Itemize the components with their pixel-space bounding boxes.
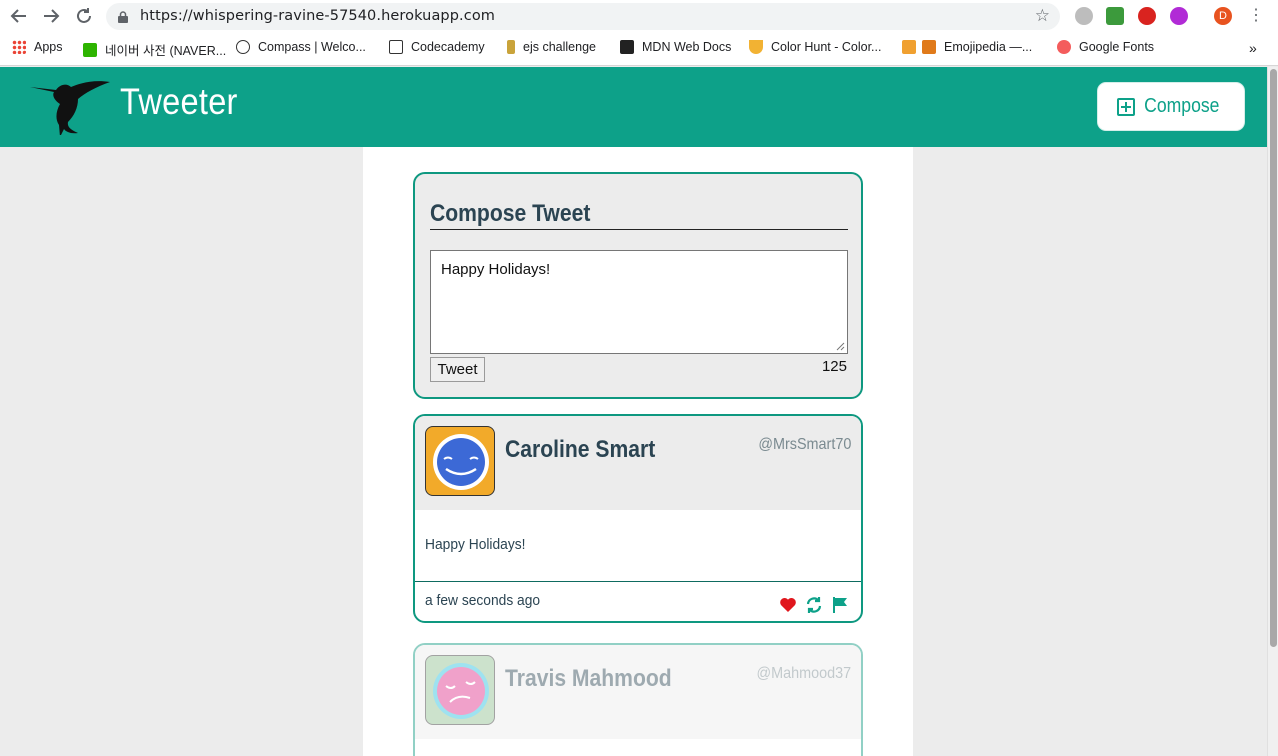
url-text: https://whispering-ravine-57540.herokuap… [140,8,496,24]
tweet-footer: a few seconds ago [415,581,861,621]
bookmark-mdn[interactable]: MDN Web Docs [620,40,731,54]
tweet-author-handle: @MrsSmart70 [757,436,851,453]
tweet-submit-button[interactable]: Tweet [430,357,485,382]
compose-label: Compose [1144,95,1220,117]
bookmark-ejs[interactable]: ejs challenge [507,40,596,54]
forward-icon[interactable] [40,5,62,27]
codecademy-icon [389,40,403,54]
main-container: Compose Tweet Happy Holidays! Tweet 125 … [363,147,913,756]
page-scrollbar[interactable] [1267,67,1278,756]
mdn-icon [620,40,634,54]
profile-initial: D [1219,10,1227,22]
bookmark-label: Color Hunt - Color... [771,40,882,54]
app-header: Tweeter Compose [0,67,1267,147]
bookmark-label: 네이버 사전 (NAVER... [105,44,227,58]
bookmark-label: Compass | Welco... [258,40,366,54]
flag-icon[interactable] [831,596,849,614]
tweet-author-name: Travis Mahmood [505,665,672,692]
bookmark-emojipedia[interactable]: Emojipedia —... [902,40,1032,54]
compose-tweet-form: Compose Tweet Happy Holidays! Tweet 125 [413,172,863,399]
extension-bug-icon[interactable] [1075,7,1093,25]
compass-icon [236,40,250,54]
heart-icon[interactable] [779,596,797,614]
avatar-face-icon [433,663,489,719]
bookmark-googlefonts[interactable]: Google Fonts [1057,40,1154,54]
tweet-card: Travis Mahmood @Mahmood37 [413,643,863,756]
tweet-author-handle: @Mahmood37 [756,665,851,682]
scrollbar-thumb[interactable] [1270,69,1277,647]
avatar-face-icon [433,434,489,490]
tweet-card: Caroline Smart @MrsSmart70 Happy Holiday… [413,414,863,623]
tweet-content: Happy Holidays! [425,536,526,553]
reload-icon[interactable] [73,5,95,27]
naver-icon [83,42,97,57]
hummingbird-logo-icon [30,81,110,135]
ejs-icon [507,40,515,54]
tweet-timestamp: a few seconds ago [425,592,541,609]
bookmark-compass[interactable]: Compass | Welco... [236,40,366,54]
bookmark-label: MDN Web Docs [642,40,732,54]
compose-heading: Compose Tweet [430,200,848,230]
extension-purple-icon[interactable] [1170,7,1188,25]
bookmark-colorhunt[interactable]: Color Hunt - Color... [749,40,881,54]
resize-handle-icon[interactable] [836,342,845,351]
bookmark-label: Google Fonts [1079,40,1155,54]
address-bar[interactable]: https://whispering-ravine-57540.herokuap… [106,3,1060,30]
compose-toggle-button[interactable]: Compose [1097,82,1245,131]
bookmark-label: ejs challenge [523,40,596,54]
bookmark-codecademy[interactable]: Codecademy [389,40,485,54]
tweet-author-name: Caroline Smart [505,436,656,463]
bookmark-label: Apps [34,40,63,54]
compose-heading-text: Compose Tweet [430,200,591,227]
avatar [425,426,495,496]
lock-icon [118,10,128,23]
tweet-header: Caroline Smart @MrsSmart70 [415,416,861,510]
bookmark-apps[interactable]: Apps [12,40,63,54]
bookmark-label: Codecademy [411,40,485,54]
bookmark-naver[interactable]: 네이버 사전 (NAVER... [83,40,226,59]
retweet-icon[interactable] [805,596,823,614]
extension-tree-icon[interactable] [1106,7,1124,25]
bookmarks-overflow-icon[interactable]: » [1249,40,1257,56]
back-icon[interactable] [8,5,30,27]
bookmark-label: Emojipedia —... [944,40,1033,54]
colorhunt-icon [749,40,763,54]
tweet-actions [779,596,849,614]
tweet-textarea[interactable]: Happy Holidays! [430,250,848,354]
tweet-header: Travis Mahmood @Mahmood37 [415,645,861,739]
emojipedia-icon [902,40,916,54]
browser-toolbar: https://whispering-ravine-57540.herokuap… [0,0,1278,33]
extension-adblock-icon[interactable] [1138,7,1156,25]
bookmark-star-icon[interactable]: ☆ [1035,6,1050,26]
app-title: Tweeter [120,81,238,122]
plus-square-icon [1117,97,1136,116]
googlefonts-icon [1057,40,1071,54]
apps-grid-icon [12,40,26,54]
avatar [425,655,495,725]
profile-avatar[interactable]: D [1214,7,1232,25]
book-icon [922,40,936,54]
more-menu-icon[interactable]: ⋮ [1245,5,1267,27]
character-counter: 125 [821,358,847,375]
bookmarks-bar: Apps 네이버 사전 (NAVER... Compass | Welco...… [0,33,1278,66]
